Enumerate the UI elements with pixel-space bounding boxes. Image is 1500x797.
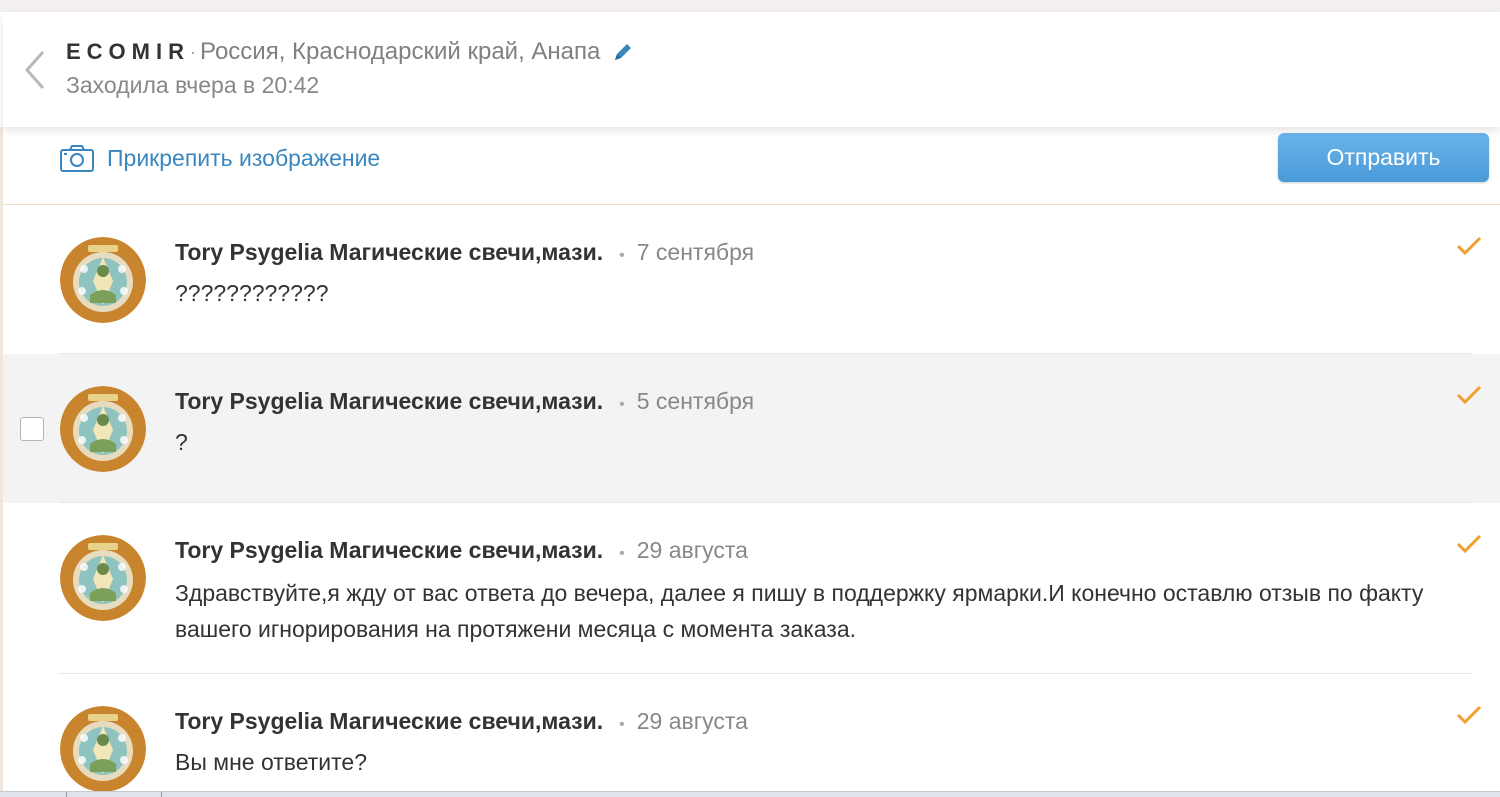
message-author[interactable]: Tory Psygelia Магические свечи,мази. [175,239,603,266]
message-text: Здравствуйте,я жду от вас ответа до вече… [175,580,1424,642]
message-date: 5 сентября [636,388,755,414]
message-separator: • [619,396,625,413]
avatar[interactable] [60,535,146,621]
shop-info: ECOMIR · Россия, Краснодарский край, Ана… [66,38,634,66]
checkmark-icon [1456,236,1482,256]
message-date: 29 августа [636,708,748,734]
checkmark-icon [1456,534,1482,554]
message-item: Tory Psygelia Магические свечи,мази. • 2… [3,503,1500,674]
checkmark-icon [1456,705,1482,725]
shop-separator: · [190,41,196,62]
message-separator: • [619,247,625,264]
message-date: 7 сентября [636,239,755,265]
message-date: 29 августа [636,537,748,563]
message-header: Tory Psygelia Магические свечи,мази. • 7… [175,239,754,266]
checkmark-icon [1456,385,1482,405]
attach-image-button[interactable]: Прикрепить изображение [59,143,380,173]
avatar-image-icon [60,386,146,472]
message-list: Tory Psygelia Магические свечи,мази. • 7… [3,205,1500,797]
back-button[interactable] [19,48,49,92]
taskbar-edge [0,791,1500,797]
avatar-image-icon [60,535,146,621]
message-text: ? [175,429,188,455]
message-select-checkbox[interactable] [20,417,44,441]
avatar[interactable] [60,386,146,472]
message-item: Tory Psygelia Магические свечи,мази. • 7… [3,205,1500,354]
taskbar-tab[interactable] [66,792,162,797]
page: ECOMIR · Россия, Краснодарский край, Ана… [0,0,1500,797]
message-header: Tory Psygelia Магические свечи,мази. • 5… [175,388,754,415]
last-seen: Заходила вчера в 20:42 [66,72,320,98]
message-header: Tory Psygelia Магические свечи,мази. • 2… [175,537,748,564]
message-header: Tory Psygelia Магические свечи,мази. • 2… [175,708,748,735]
avatar-image-icon [60,237,146,323]
chevron-left-icon [24,51,45,89]
message-separator: • [619,716,625,733]
avatar[interactable] [60,237,146,323]
shop-location: Россия, Краснодарский край, Анапа [200,38,601,65]
attach-image-label: Прикрепить изображение [107,144,381,171]
camera-icon [60,145,94,172]
message-author[interactable]: Tory Psygelia Магические свечи,мази. [175,537,603,564]
chat-header: ECOMIR · Россия, Краснодарский край, Ана… [3,12,1500,127]
shop-name[interactable]: ECOMIR [66,39,190,65]
message-item: Tory Psygelia Магические свечи,мази. • 5… [3,354,1500,503]
message-text: Вы мне ответите? [175,749,368,775]
edit-location-button[interactable] [612,41,634,63]
message-author[interactable]: Tory Psygelia Магические свечи,мази. [175,388,603,415]
avatar-image-icon [60,706,146,792]
pencil-icon [615,44,632,60]
avatar[interactable] [60,706,146,792]
message-text: ???????????? [175,280,329,306]
message-separator: • [619,545,625,562]
message-author[interactable]: Tory Psygelia Магические свечи,мази. [175,708,603,735]
composer-bar: Прикрепить изображение Отправить [3,127,1500,205]
top-strip [0,0,1500,12]
message-item: Tory Psygelia Магические свечи,мази. • 2… [3,674,1500,797]
send-button[interactable]: Отправить [1278,133,1489,182]
